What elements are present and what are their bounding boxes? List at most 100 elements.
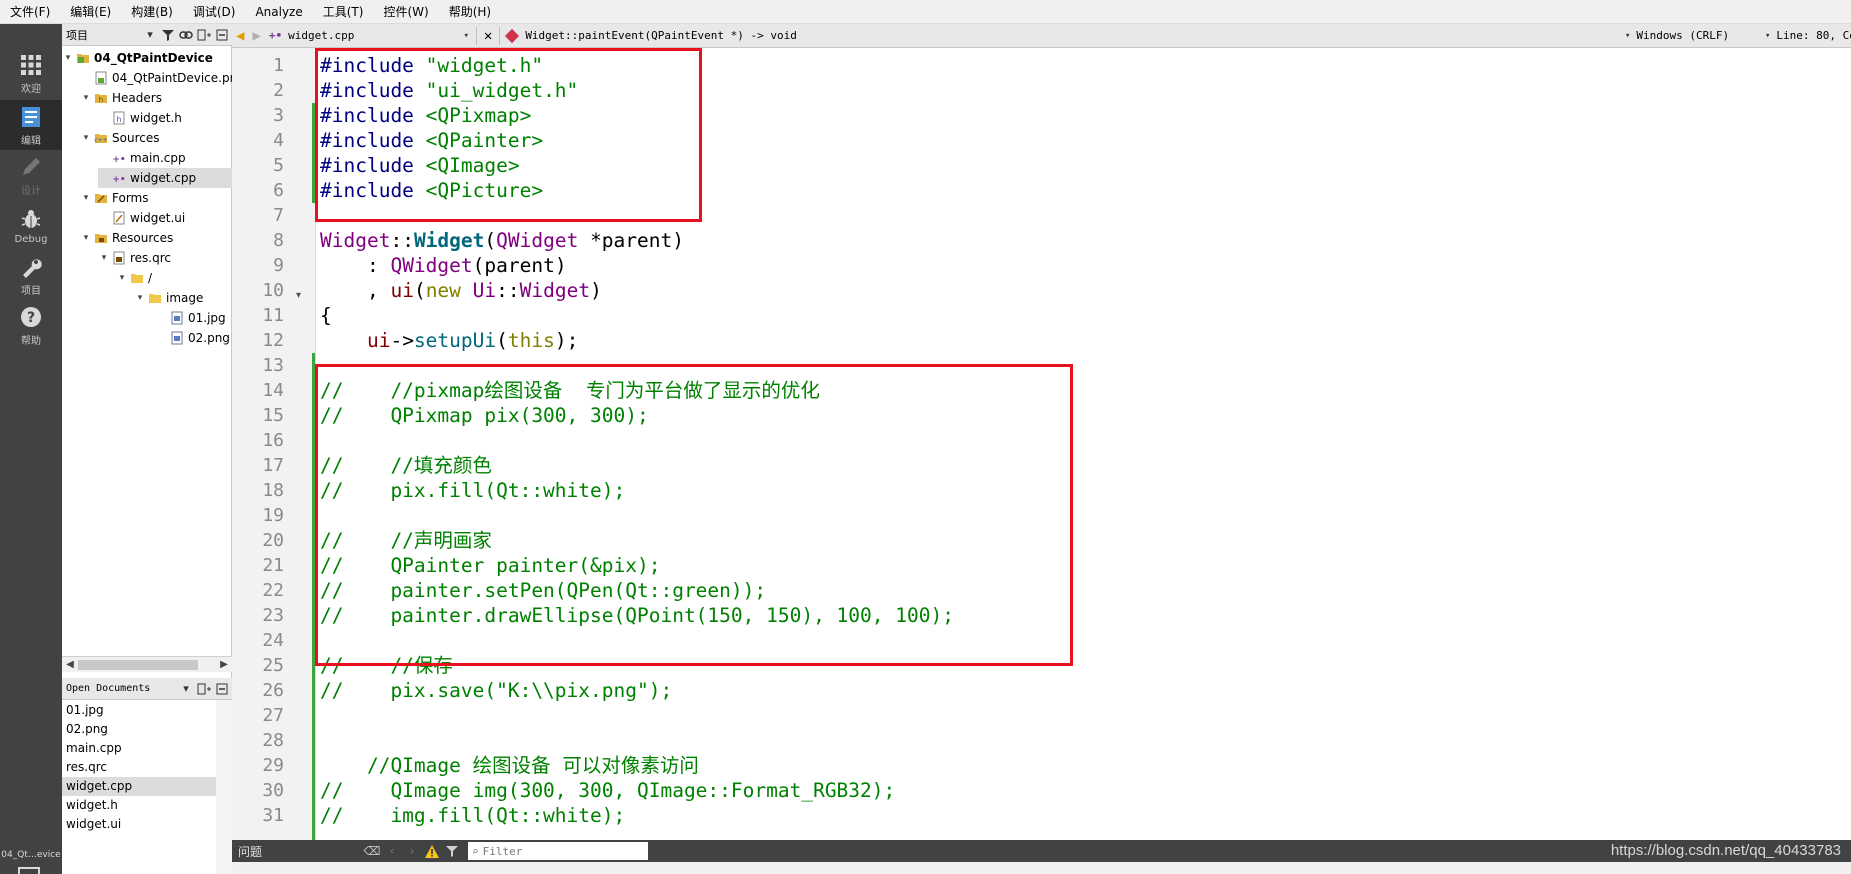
tree-item-widget-cpp[interactable]: +• widget.cpp	[98, 168, 232, 188]
line-number: 5	[273, 155, 284, 176]
open-documents-title[interactable]: Open Documents	[62, 683, 178, 694]
kit-selector[interactable]	[10, 866, 54, 874]
tree-item-prefix[interactable]: ▾ /	[116, 268, 152, 288]
code-token: //QImage 绘图设备 可以对像素访问	[320, 754, 699, 777]
open-doc-item[interactable]: main.cpp	[62, 739, 216, 758]
chevron-down-icon[interactable]: ▾	[178, 681, 194, 697]
code-token: )	[590, 279, 602, 302]
open-doc-item[interactable]: 01.jpg	[62, 701, 216, 720]
clean-icon[interactable]: ⌫	[362, 841, 382, 861]
tree-item-image-folder[interactable]: ▾ image	[134, 288, 204, 308]
expand-arrow-icon[interactable]: ▾	[80, 133, 92, 143]
encoding-selector[interactable]: ▾ Windows (CRLF)	[1621, 24, 1761, 48]
open-doc-item[interactable]: widget.h	[62, 796, 216, 815]
line-ending-label: Windows (CRLF)	[1636, 29, 1730, 42]
chevron-down-icon[interactable]: ▾	[142, 27, 158, 43]
close-document-icon[interactable]: ✕	[480, 24, 496, 48]
tree-item-widget-h[interactable]: h widget.h	[98, 108, 182, 128]
code-line: // QImage img(300, 300, QImage::Format_R…	[320, 778, 895, 803]
mode-debug[interactable]: Debug	[0, 200, 62, 250]
wrench-icon	[18, 254, 44, 280]
open-doc-item[interactable]: 02.png	[62, 720, 216, 739]
filter-icon[interactable]	[442, 841, 462, 861]
expand-arrow-icon[interactable]: ▾	[80, 193, 92, 203]
tree-item-project[interactable]: ▾ 04_QtPaintDevice	[62, 48, 213, 68]
nav-forward-icon[interactable]: ▶	[248, 24, 264, 48]
code-editor[interactable]: 1 2 3 4 5 6 7 8 9 10 11 12 13 14 15 16 1…	[232, 48, 1851, 840]
chevron-down-icon: ▾	[463, 30, 469, 41]
tree-item-resources[interactable]: ▾ Resources	[80, 228, 174, 248]
code-token: :	[320, 254, 391, 277]
line-number: 6	[273, 180, 284, 201]
close-pane-icon[interactable]	[214, 681, 230, 697]
split-icon[interactable]	[196, 681, 212, 697]
tree-item-widget-ui[interactable]: widget.ui	[98, 208, 185, 228]
menu-edit[interactable]: 编辑(E)	[60, 0, 121, 24]
expand-arrow-icon[interactable]: ▾	[80, 233, 92, 243]
issues-pane-title[interactable]: 问题	[232, 843, 362, 860]
close-pane-icon[interactable]	[214, 27, 230, 43]
menu-help[interactable]: 帮助(H)	[439, 0, 501, 24]
tree-item-res-qrc[interactable]: ▾ res.qrc	[98, 248, 171, 268]
expand-arrow-icon[interactable]: ▾	[62, 53, 74, 63]
cpp-file-icon: +•	[112, 151, 126, 165]
fold-marker-icon[interactable]: ▾	[296, 290, 301, 301]
help-icon: ?	[18, 304, 44, 330]
image-file-icon	[170, 311, 184, 325]
previous-icon[interactable]: ‹	[382, 841, 402, 861]
tree-item-sources[interactable]: ▾ c++ Sources	[80, 128, 160, 148]
link-icon[interactable]	[178, 27, 194, 43]
expand-arrow-icon[interactable]: ▾	[98, 253, 110, 263]
editor-toolbar: ◀ ▶ +• widget.cpp ▾ ✕ Widget::paintEvent…	[232, 24, 1851, 48]
mode-selector: 欢迎 编辑 设计 Debug 项目 ? 帮助 04_Qt…evice	[0, 24, 62, 874]
line-number: 26	[262, 680, 284, 701]
open-doc-item-selected[interactable]: widget.cpp	[62, 777, 216, 796]
menu-file[interactable]: 文件(F)	[0, 0, 60, 24]
mode-help[interactable]: ? 帮助	[0, 300, 62, 350]
sources-folder-icon: c++	[94, 131, 108, 145]
code-line: Widget::Widget(QWidget *parent)	[320, 228, 684, 253]
expand-arrow-icon[interactable]: ▾	[134, 293, 146, 303]
open-doc-item[interactable]: res.qrc	[62, 758, 216, 777]
tree-item-pro-file[interactable]: 04_QtPaintDevice.pro	[80, 68, 242, 88]
nav-back-icon[interactable]: ◀	[232, 24, 248, 48]
scroll-thumb[interactable]	[78, 660, 198, 670]
mode-design[interactable]: 设计	[0, 150, 62, 200]
expand-arrow-icon[interactable]: ▾	[80, 93, 92, 103]
tree-item-main-cpp[interactable]: +• main.cpp	[98, 148, 185, 168]
code-token: (	[496, 329, 508, 352]
menu-analyze[interactable]: Analyze	[245, 0, 312, 24]
scroll-left-icon[interactable]: ◀	[62, 657, 78, 673]
expand-arrow-icon[interactable]: ▾	[116, 273, 128, 283]
document-selector[interactable]: +• widget.cpp ▾	[265, 24, 473, 48]
filter-input[interactable]: ⌕ Filter	[468, 842, 648, 860]
menu-bar: 文件(F) 编辑(E) 构建(B) 调试(D) Analyze 工具(T) 控件…	[0, 0, 1851, 24]
menu-debug[interactable]: 调试(D)	[183, 0, 246, 24]
menu-widgets[interactable]: 控件(W)	[373, 0, 438, 24]
mode-welcome[interactable]: 欢迎	[0, 48, 62, 98]
cursor-position[interactable]: ▾ Line: 80, Col	[1761, 24, 1851, 48]
filter-icon[interactable]	[160, 27, 176, 43]
symbol-selector[interactable]: Widget::paintEvent(QPaintEvent *) -> voi…	[503, 24, 1563, 48]
svg-text:?: ?	[27, 310, 35, 326]
open-doc-item[interactable]: widget.ui	[62, 815, 216, 834]
next-icon[interactable]: ›	[402, 841, 422, 861]
project-view-select[interactable]: 项目	[62, 27, 142, 43]
mode-projects[interactable]: 项目	[0, 250, 62, 300]
menu-build[interactable]: 构建(B)	[121, 0, 183, 24]
tree-item-forms[interactable]: ▾ Forms	[80, 188, 149, 208]
scroll-right-icon[interactable]: ▶	[216, 657, 232, 673]
split-icon[interactable]	[196, 27, 212, 43]
grid-icon	[18, 52, 44, 78]
method-icon	[505, 28, 520, 43]
tree-item-02-png[interactable]: 02.png	[168, 328, 230, 348]
vertical-scrollbar[interactable]	[216, 700, 232, 874]
menu-tools[interactable]: 工具(T)	[313, 0, 374, 24]
tree-item-headers[interactable]: ▾ h Headers	[80, 88, 162, 108]
warning-icon[interactable]	[422, 841, 442, 861]
code-token: ::	[496, 279, 520, 302]
tree-item-01-jpg[interactable]: 01.jpg	[168, 308, 226, 328]
search-icon: ⌕	[472, 844, 479, 858]
mode-edit[interactable]: 编辑	[0, 100, 62, 150]
horizontal-scrollbar[interactable]: ◀ ▶	[62, 656, 232, 672]
